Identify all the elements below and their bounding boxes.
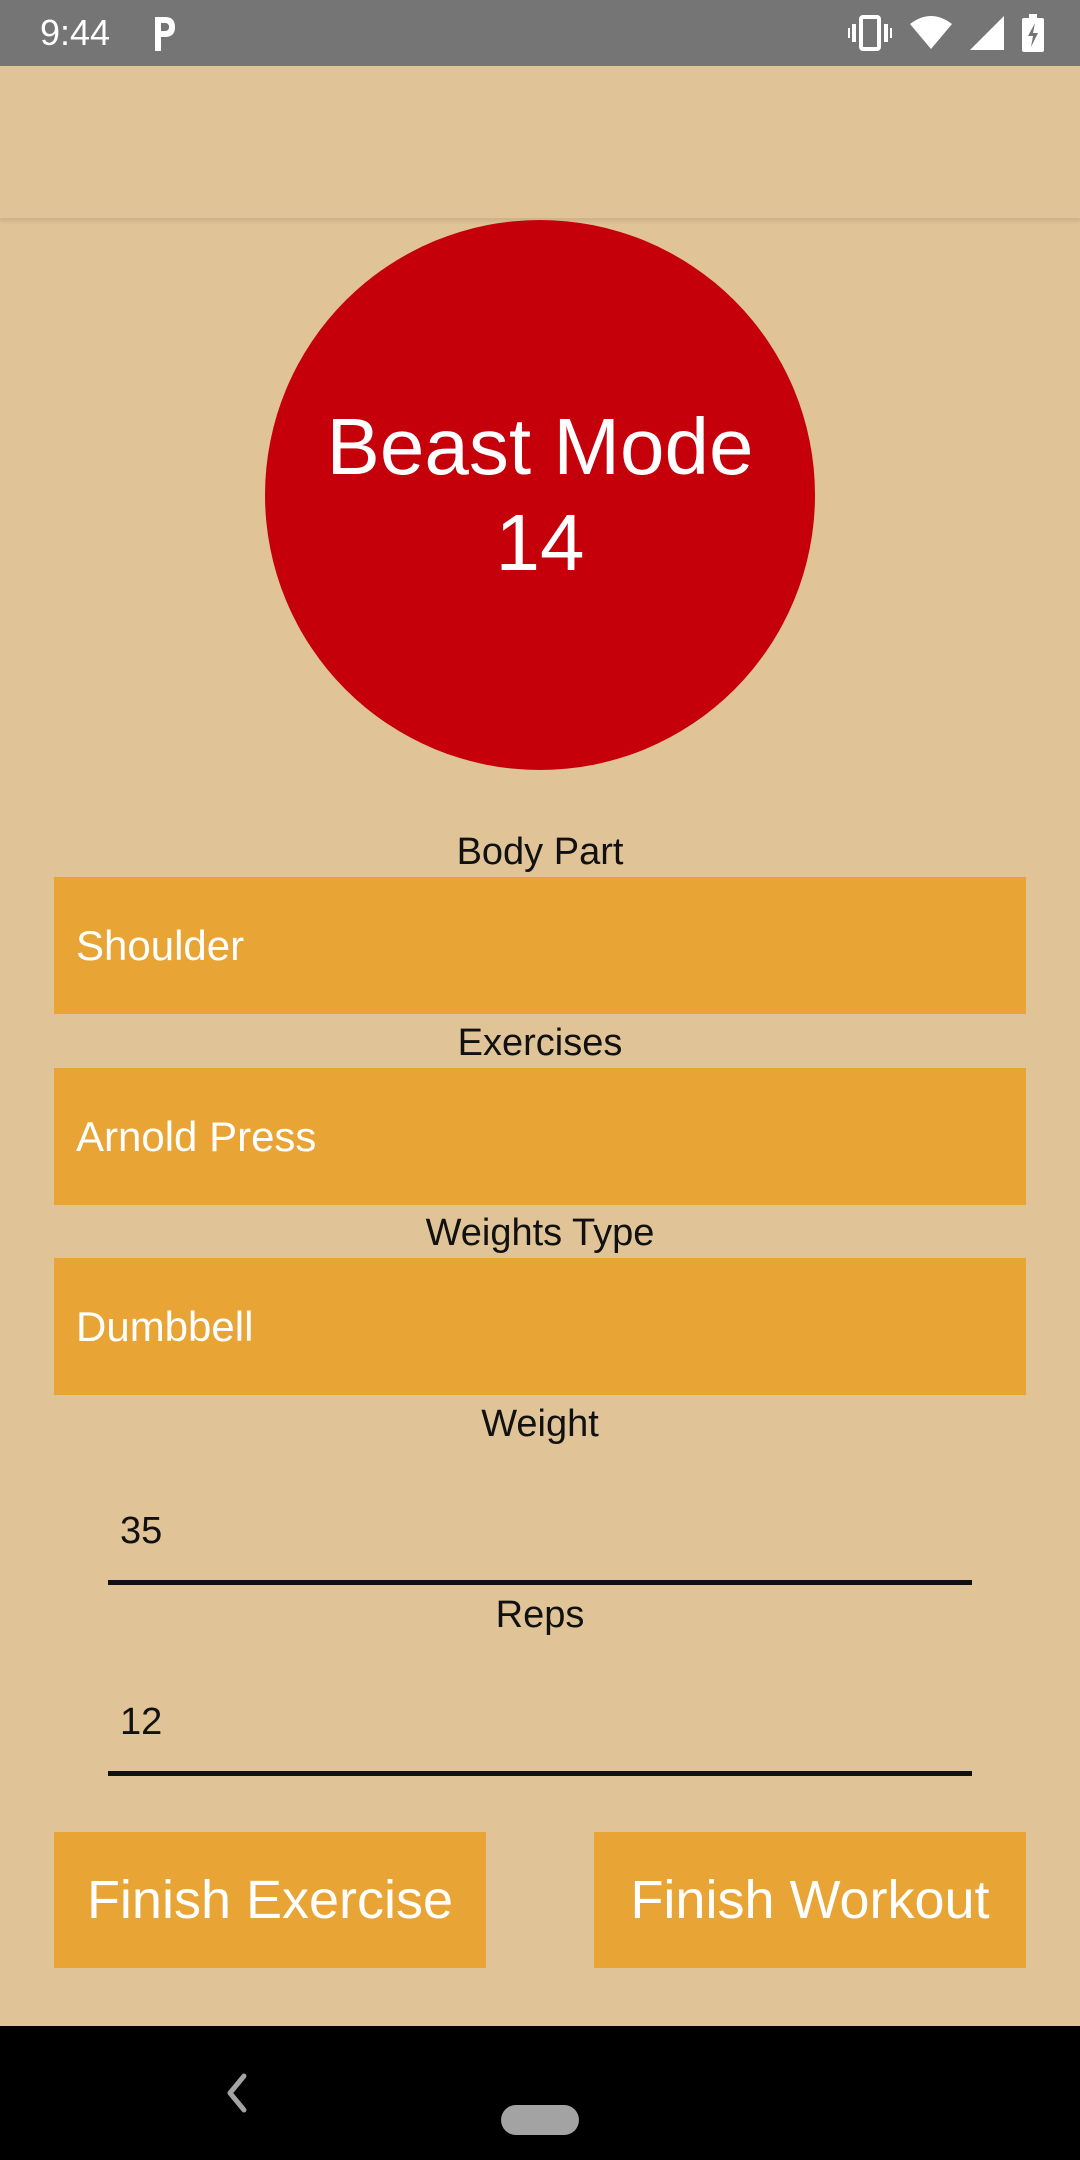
finish-workout-button[interactable]: Finish Workout [594,1832,1026,1968]
parking-icon [155,17,175,51]
finish-exercise-button[interactable]: Finish Exercise [54,1832,486,1968]
weight-input[interactable]: 35 [108,1497,972,1565]
body-part-value: Shoulder [76,921,245,969]
weight-label: Weight [481,1403,599,1445]
status-time: 9:44 [40,12,111,53]
finish-exercise-label: Finish Exercise [86,1870,454,1930]
counter-value: 14 [495,498,585,587]
battery-charging-icon [1022,14,1044,52]
reps-input-underline [108,1771,972,1776]
exercises-value: Arnold Press [76,1112,317,1160]
finish-workout-label: Finish Workout [630,1870,990,1930]
vibrate-icon [848,15,892,51]
body-part-dropdown[interactable]: Shoulder [54,877,1026,1014]
weight-input-underline [108,1580,972,1585]
status-bar: 9:44 [0,0,1080,66]
weights-type-value: Dumbbell [76,1302,254,1350]
weights-type-label: Weights Type [425,1212,655,1254]
reps-label: Reps [495,1594,585,1636]
back-icon[interactable] [222,2068,250,2118]
weights-type-dropdown[interactable]: Dumbbell [54,1258,1026,1395]
exercises-dropdown[interactable]: Arnold Press [54,1068,1026,1205]
wifi-icon [910,16,952,49]
signal-icon [970,16,1004,50]
exercises-label: Exercises [457,1022,623,1064]
app-bar [0,66,1080,220]
reps-input[interactable]: 12 [108,1688,972,1756]
counter-label: Beast Mode [326,402,754,491]
beast-mode-counter[interactable]: Beast Mode 14 [265,220,815,770]
home-pill-icon[interactable] [501,2105,579,2135]
navigation-bar [0,2026,1080,2160]
body-part-label: Body Part [456,831,624,873]
